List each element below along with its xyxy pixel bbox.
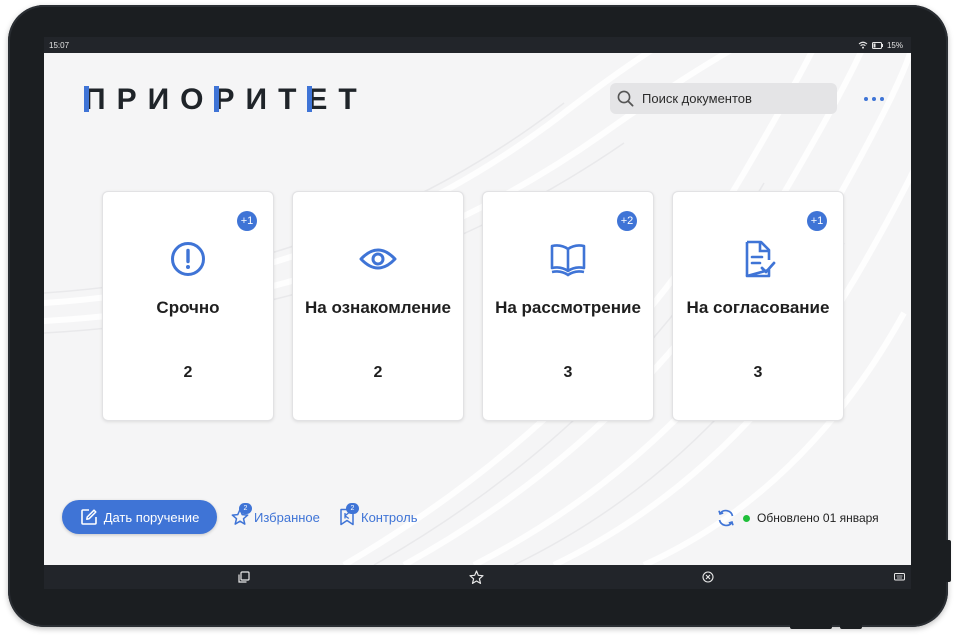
card-count: 2: [373, 364, 383, 381]
recent-apps-icon[interactable]: [236, 569, 252, 585]
more-menu-button[interactable]: [864, 92, 884, 106]
card-title: На ознакомление: [304, 298, 451, 317]
system-nav-bar: [44, 565, 911, 589]
favorites-label: Избранное: [254, 509, 320, 525]
wifi-icon: [858, 41, 868, 49]
logo-letter: О: [180, 83, 215, 116]
edit-icon: [80, 509, 97, 525]
card-new-badge: +1: [237, 211, 257, 231]
assign-task-label: Дать поручение: [103, 509, 200, 525]
category-cards: +1 Срочно 2 На ознакомление 2 +2 На расс…: [102, 191, 844, 421]
logo-letter: Р: [116, 83, 148, 116]
search-input[interactable]: [640, 90, 834, 107]
logo-letter: Т: [278, 83, 308, 116]
assign-task-button[interactable]: Дать поручение: [62, 500, 217, 534]
battery-icon: [871, 41, 883, 49]
alert-circle-icon: [169, 240, 207, 278]
search-box[interactable]: [610, 83, 837, 114]
document-check-icon: [739, 240, 777, 278]
control-count-badge: 2: [346, 503, 359, 514]
dot: [864, 97, 868, 101]
favorites-count-badge: 2: [239, 503, 252, 514]
bottom-button: [790, 624, 832, 629]
card-title: На рассмотрение: [495, 298, 641, 317]
side-button: [946, 540, 951, 582]
bottom-button-small: [840, 624, 862, 629]
app-surface: П Р И О Р И Т Е Т +1: [44, 53, 911, 565]
card-title: Срочно: [156, 298, 220, 317]
card-new-badge: +1: [807, 211, 827, 231]
card-count: 3: [563, 364, 573, 381]
logo-letter: И: [245, 83, 279, 116]
refresh-icon[interactable]: [716, 508, 736, 528]
logo-letter: И: [147, 83, 181, 116]
card-count: 3: [753, 364, 763, 381]
logo-letter: Р: [214, 83, 246, 116]
card-count: 2: [183, 364, 193, 381]
dot: [880, 97, 884, 101]
card-new-badge: +2: [617, 211, 637, 231]
status-bar: 15:07 15%: [44, 37, 911, 53]
star-icon-wrap: 2: [230, 503, 252, 527]
logo-letter: Е: [307, 83, 339, 116]
online-status-dot: [743, 514, 750, 522]
eye-icon: [359, 240, 397, 278]
device-screen: 15:07 15% П Р И О Р И Т Е Т Поиск докуме…: [44, 37, 911, 589]
card-approval[interactable]: +1 На согласование 3: [672, 191, 844, 421]
app-logo: П Р И О Р И Т Е Т: [84, 83, 368, 117]
control-button[interactable]: 2 Контроль: [337, 503, 418, 529]
star-nav-icon[interactable]: [468, 569, 484, 585]
close-circle-icon[interactable]: [700, 569, 716, 585]
card-title: На согласование: [686, 298, 830, 317]
keyboard-icon[interactable]: [891, 569, 907, 585]
card-urgent[interactable]: +1 Срочно 2: [102, 191, 274, 421]
status-indicators: 15%: [858, 41, 903, 50]
battery-level: 15%: [886, 40, 903, 50]
sync-status-text: Обновлено 01 января: [757, 511, 879, 525]
favorites-button[interactable]: 2 Избранное: [230, 503, 320, 529]
card-review[interactable]: На ознакомление 2: [292, 191, 464, 421]
dot: [872, 97, 876, 101]
open-book-icon: [549, 240, 587, 278]
status-time: 15:07: [49, 40, 70, 50]
logo-letter: Т: [338, 83, 368, 116]
control-icon-wrap: 2: [337, 503, 359, 527]
sync-status: Обновлено 01 января: [716, 507, 879, 529]
search-icon: [617, 90, 634, 107]
card-consideration[interactable]: +2 На рассмотрение 3: [482, 191, 654, 421]
logo-letter: П: [84, 83, 117, 116]
control-label: Контроль: [361, 509, 418, 525]
